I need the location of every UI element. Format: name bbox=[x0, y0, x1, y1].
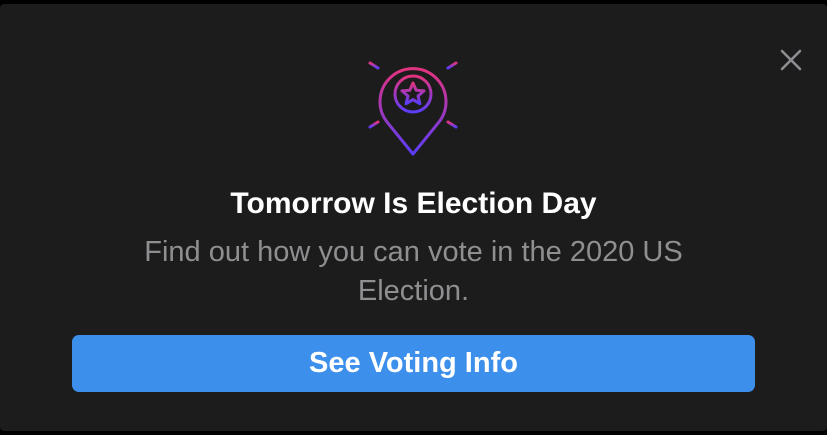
card-subtitle: Find out how you can vote in the 2020 US… bbox=[144, 236, 683, 307]
card-title: Tomorrow Is Election Day bbox=[230, 187, 597, 220]
location-pin-star-icon bbox=[353, 54, 473, 158]
election-day-card: Tomorrow Is Election Day Find out how yo… bbox=[0, 4, 827, 431]
see-voting-info-button[interactable]: See Voting Info bbox=[72, 335, 755, 392]
close-icon bbox=[780, 49, 802, 71]
close-button[interactable] bbox=[777, 46, 805, 74]
